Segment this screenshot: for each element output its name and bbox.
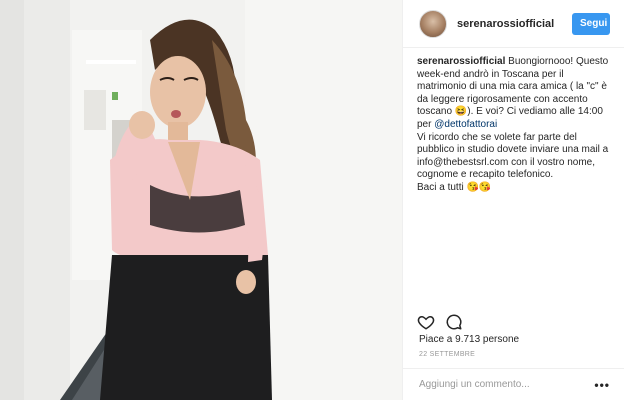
caption-mention[interactable]: @dettofattorai: [434, 119, 497, 130]
comment-bar: •••: [403, 368, 624, 400]
post-header: serenarossiofficial Segui: [403, 0, 624, 48]
caption-paragraph-2: Vi ricordo che se volete far parte del p…: [417, 131, 609, 181]
more-options-icon[interactable]: •••: [594, 378, 610, 392]
post-side-panel: serenarossiofficial Segui serenarossioff…: [402, 0, 624, 400]
heart-icon[interactable]: [417, 313, 435, 331]
post-caption: serenarossiofficial Buongiornooo! Questo…: [417, 56, 615, 195]
photo-illustration: [0, 0, 402, 400]
caption-username[interactable]: serenarossiofficial: [417, 56, 505, 67]
comment-input[interactable]: [419, 379, 595, 390]
likes-count[interactable]: Piace a 9.713 persone: [419, 334, 519, 345]
post-photo[interactable]: [0, 0, 402, 400]
username-link[interactable]: serenarossiofficial: [457, 18, 572, 30]
post-actions: [417, 311, 463, 333]
avatar[interactable]: [419, 9, 447, 38]
post-date: 22 SETTEMBRE: [419, 351, 476, 358]
follow-button[interactable]: Segui: [572, 12, 610, 35]
comment-icon[interactable]: [445, 313, 463, 331]
caption-paragraph-3: Baci a tutti 😘😘: [417, 181, 492, 193]
